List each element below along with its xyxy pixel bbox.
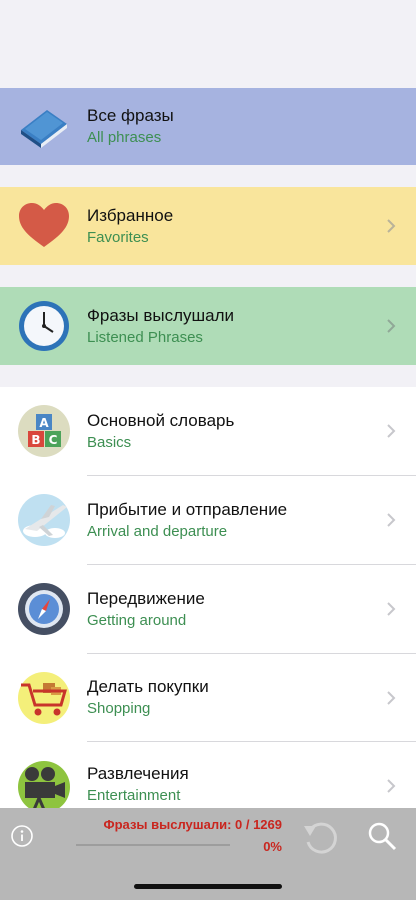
chevron-right-icon	[384, 776, 398, 796]
category-subtitle: Shopping	[87, 700, 151, 717]
chevron-right-icon	[384, 421, 398, 441]
chevron-right-icon	[384, 510, 398, 530]
chevron-right-icon	[384, 599, 398, 619]
category-subtitle: Favorites	[87, 228, 149, 246]
home-indicator	[134, 884, 282, 889]
category-subtitle: Listened Phrases	[87, 328, 203, 346]
chevron-right-icon	[384, 216, 398, 236]
category-row-basics[interactable]: A B C Основной словарь Basics	[0, 387, 416, 475]
category-title: Фразы выслушали	[87, 305, 235, 325]
category-subtitle: Arrival and departure	[87, 522, 228, 540]
category-title: Прибытие и отправление	[87, 499, 288, 519]
abc-blocks-icon: A B C	[17, 404, 71, 458]
film-camera-icon	[17, 760, 71, 814]
category-row-listened-phrases[interactable]: Фразы выслушали Listened Phrases	[0, 287, 416, 365]
category-row-favorites[interactable]: Избранное Favorites	[0, 187, 416, 265]
category-title: Избранное	[87, 205, 174, 225]
svg-text:C: C	[49, 433, 58, 447]
category-title: Развлечения	[87, 764, 189, 783]
progress-track	[76, 844, 230, 846]
category-title: Делать покупки	[87, 677, 209, 696]
shopping-cart-icon	[17, 671, 71, 725]
info-icon[interactable]	[10, 824, 34, 848]
clock-icon	[17, 299, 71, 353]
category-row-entertainment[interactable]: Развлечения Entertainment	[0, 742, 416, 813]
category-subtitle: Basics	[87, 433, 132, 451]
category-row-all-phrases[interactable]: Все фразы All phrases	[0, 88, 416, 165]
category-subtitle: Getting around	[87, 611, 187, 629]
search-icon[interactable]	[366, 820, 398, 852]
progress-percent: 0%	[263, 839, 282, 854]
book-icon	[17, 100, 71, 154]
category-row-shopping[interactable]: Делать покупки Shopping	[0, 654, 416, 741]
category-title: Передвижение	[87, 588, 205, 608]
reset-icon[interactable]	[300, 816, 342, 858]
svg-text:B: B	[31, 433, 40, 447]
svg-text:A: A	[39, 416, 49, 430]
category-title: Основной словарь	[87, 410, 235, 430]
category-subtitle: All phrases	[87, 129, 162, 146]
category-subtitle: Entertainment	[87, 787, 181, 804]
chevron-right-icon	[384, 688, 398, 708]
chevron-right-icon	[384, 316, 398, 336]
progress-label: Фразы выслушали: 0 / 1269	[103, 817, 282, 832]
category-row-arrival-departure[interactable]: Прибытие и отправление Arrival and depar…	[0, 476, 416, 564]
airplane-icon	[17, 493, 71, 547]
heart-icon	[17, 199, 71, 253]
category-title: Все фразы	[87, 106, 174, 125]
category-row-getting-around[interactable]: Передвижение Getting around	[0, 565, 416, 653]
compass-icon	[17, 582, 71, 636]
